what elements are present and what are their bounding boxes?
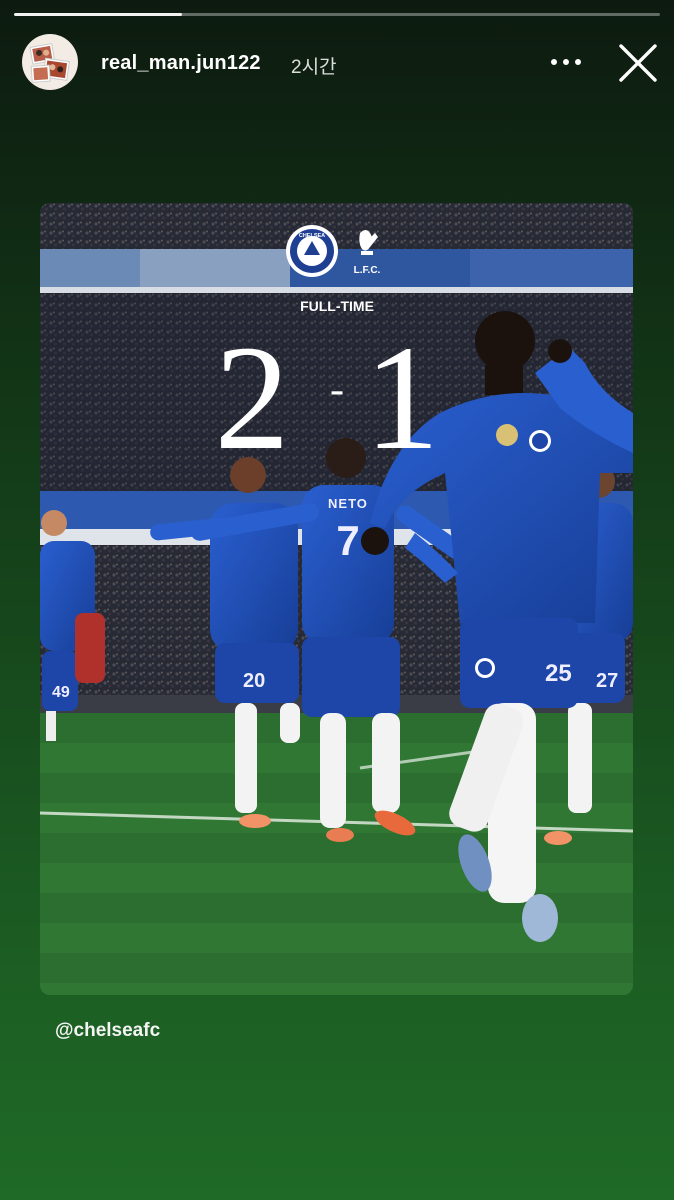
shirt-name: NETO — [328, 496, 368, 511]
full-time-label: FULL-TIME — [300, 298, 374, 314]
liverpool-crest-text: L.F.C. — [354, 265, 381, 276]
more-horizontal-icon — [551, 59, 581, 65]
username[interactable]: real_man.jun122 — [101, 52, 261, 75]
svg-text:20: 20 — [243, 670, 265, 692]
chelsea-crest-text: CHELSEA — [299, 233, 325, 239]
story-progress-bar — [14, 13, 660, 16]
story-progress-fill — [14, 13, 182, 16]
svg-text:27: 27 — [596, 670, 618, 692]
shirt-number: 7 — [336, 517, 359, 564]
chelsea-crest-icon: CHELSEA — [286, 225, 338, 277]
close-icon — [619, 44, 657, 82]
timestamp: 2시간 — [291, 57, 337, 78]
avatar-photo-icon — [23, 35, 77, 89]
match-photo: NETO 7 25 20 27 49 CHELSEA L.F.C. FULL-T… — [40, 203, 633, 995]
story-header: real_man.jun122 2시간 — [0, 30, 674, 94]
svg-text:25: 25 — [545, 660, 572, 687]
home-score: 2 — [215, 315, 290, 481]
away-score: 1 — [365, 315, 440, 481]
avatar[interactable] — [22, 34, 78, 90]
shared-post-image[interactable]: NETO 7 25 20 27 49 CHELSEA L.F.C. FULL-T… — [40, 203, 633, 995]
more-options-button[interactable] — [542, 48, 590, 76]
mention-link[interactable]: @chelseafc — [55, 1020, 160, 1042]
close-button[interactable] — [614, 42, 660, 84]
svg-text:49: 49 — [52, 684, 70, 701]
score-separator: - — [330, 367, 344, 413]
